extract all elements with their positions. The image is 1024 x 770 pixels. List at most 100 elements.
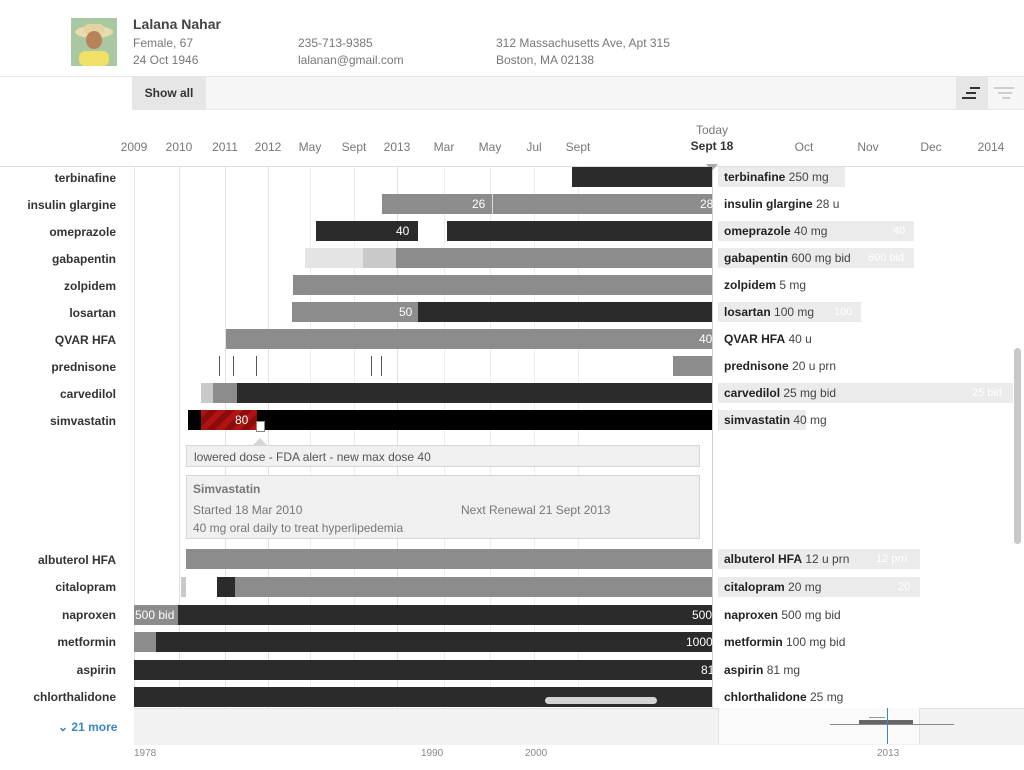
axis-tick: Nov <box>857 140 879 154</box>
patient-email: lalanan@gmail.com <box>298 53 404 67</box>
med-label-chlorthalidone[interactable]: chlorthalidone 25 mg <box>718 687 849 707</box>
med-label-metformin[interactable]: metformin 100 mg bid <box>718 632 851 652</box>
med-name-naproxen[interactable]: naproxen <box>0 608 116 622</box>
med-bar-prednisone[interactable] <box>673 356 712 376</box>
axis-tick: 2010 <box>165 140 193 154</box>
med-bar-carvedilol[interactable] <box>213 383 237 403</box>
med-bar-omeprazole[interactable] <box>447 221 712 241</box>
axis-tick: 2012 <box>254 140 282 154</box>
note-icon[interactable] <box>256 421 265 432</box>
axis-tick: Mar <box>433 140 455 154</box>
med-label-naproxen[interactable]: naproxen 500 mg bid <box>718 605 847 625</box>
detail-description: 40 mg oral daily to treat hyperlipedemia <box>193 521 404 535</box>
patient-address-line2: Boston, MA 02138 <box>496 53 595 67</box>
axis-tick: May <box>478 140 502 154</box>
med-label-citalopram[interactable]: citalopram 20 mg <box>718 577 920 597</box>
med-label-qvar-hfa[interactable]: QVAR HFA 40 u <box>718 329 818 349</box>
axis-tick: 2011 <box>212 140 238 154</box>
med-name-aspirin[interactable]: aspirin <box>0 663 116 677</box>
prn-dose-marker <box>219 356 220 376</box>
med-bar-albuterol-hfa[interactable] <box>186 549 712 569</box>
bar-dose-label: 26 <box>472 197 486 211</box>
med-bar-carvedilol[interactable] <box>201 383 213 403</box>
med-label-prednisone[interactable]: prednisone 20 u prn <box>718 356 842 376</box>
med-label-insulin-glargine[interactable]: insulin glargine 28 u <box>718 194 845 214</box>
med-bar-insulin-glargine[interactable] <box>382 194 712 214</box>
med-name-qvar-hfa[interactable]: QVAR HFA <box>0 333 116 347</box>
axis-tick: Dec <box>920 140 942 154</box>
axis-tick: May <box>298 140 322 154</box>
med-bar-gabapentin[interactable] <box>305 248 363 268</box>
overview-window[interactable] <box>718 708 954 744</box>
overview-sparkline <box>869 717 885 718</box>
med-label-aspirin[interactable]: aspirin 81 mg <box>718 660 806 680</box>
med-bar-terbinafine[interactable] <box>572 167 712 187</box>
med-bar-metformin[interactable] <box>156 632 712 652</box>
med-bar-citalopram[interactable] <box>181 577 186 597</box>
list-view-icon[interactable] <box>988 77 1020 109</box>
show-more-link[interactable]: ⌄ 21 more <box>58 720 117 734</box>
med-name-terbinafine[interactable]: terbinafine <box>0 171 116 185</box>
med-name-zolpidem[interactable]: zolpidem <box>0 279 116 293</box>
horizontal-scrollbar[interactable] <box>545 697 657 704</box>
axis-tick: 2009 <box>120 140 148 154</box>
med-name-gabapentin[interactable]: gabapentin <box>0 252 116 266</box>
bar-dose-label: 28 <box>700 197 714 211</box>
bar-dose-label: 1000 <box>686 635 713 649</box>
patient-header: Lalana Nahar Female, 67 24 Oct 1946 235-… <box>0 0 1024 77</box>
med-bar-simvastatin[interactable] <box>188 410 712 430</box>
med-bar-aspirin[interactable] <box>134 660 712 680</box>
med-bar-zolpidem[interactable] <box>293 275 712 295</box>
med-bar-citalopram[interactable] <box>217 577 235 597</box>
today-label: Today <box>695 123 729 137</box>
bar-dose-label: 500 <box>692 608 713 622</box>
prn-dose-marker <box>233 356 234 376</box>
vertical-scrollbar[interactable] <box>1014 348 1021 544</box>
med-bar-carvedilol[interactable] <box>237 383 712 403</box>
prn-dose-marker <box>371 356 372 376</box>
future-dose-label: 12 prn <box>876 553 908 565</box>
med-bar-gabapentin[interactable] <box>396 248 712 268</box>
detail-title: Simvastatin <box>193 482 261 496</box>
med-label-terbinafine[interactable]: terbinafine 250 mg <box>718 167 845 187</box>
med-name-metformin[interactable]: metformin <box>0 635 116 649</box>
med-label-zolpidem[interactable]: zolpidem 5 mg <box>718 275 812 295</box>
overview-tick: 2000 <box>525 748 548 759</box>
med-bar-gabapentin[interactable] <box>363 248 396 268</box>
med-name-citalopram[interactable]: citalopram <box>0 580 116 594</box>
bar-dose-label: 40 <box>396 224 410 238</box>
show-all-button[interactable]: Show all <box>132 77 206 109</box>
gantt-view-icon[interactable] <box>956 77 988 109</box>
med-name-insulin-glargine[interactable]: insulin glargine <box>0 198 116 212</box>
bar-dose-label: 500 bid <box>135 608 175 622</box>
dose-change-note: lowered dose - FDA alert - new max dose … <box>186 445 700 467</box>
med-bar-losartan[interactable] <box>418 302 712 322</box>
patient-address-line1: 312 Massachusetts Ave, Apt 315 <box>496 36 670 50</box>
axis-tick: 2013 <box>383 140 411 154</box>
med-bar-metformin[interactable] <box>134 632 156 652</box>
med-bar-citalopram[interactable] <box>235 577 712 597</box>
med-name-losartan[interactable]: losartan <box>0 306 116 320</box>
med-name-albuterol-hfa[interactable]: albuterol HFA <box>0 553 116 567</box>
gridline <box>225 166 226 708</box>
bar-dose-label: 50 <box>399 305 413 319</box>
axis-tick: 2014 <box>977 140 1005 154</box>
bar-dose-label: 80 <box>235 413 249 427</box>
med-bar-naproxen[interactable] <box>178 605 712 625</box>
med-bar-simvastatin-alert[interactable] <box>201 410 257 430</box>
med-bar-qvar-hfa[interactable] <box>226 329 712 349</box>
med-label-omeprazole[interactable]: omeprazole 40 mg <box>718 221 914 241</box>
med-label-simvastatin[interactable]: simvastatin 40 mg <box>718 410 827 430</box>
overview-tick: 1990 <box>421 748 444 759</box>
med-name-omeprazole[interactable]: omeprazole <box>0 225 116 239</box>
med-name-simvastatin[interactable]: simvastatin <box>0 414 116 428</box>
med-label-carvedilol[interactable]: carvedilol 25 mg bid <box>718 383 1013 403</box>
patient-name: Lalana Nahar <box>133 16 221 32</box>
med-name-prednisone[interactable]: prednisone <box>0 360 116 374</box>
future-dose-label: 40 <box>893 225 906 237</box>
med-name-carvedilol[interactable]: carvedilol <box>0 387 116 401</box>
patient-phone: 235-713-9385 <box>298 36 373 50</box>
axis-tick: Oct <box>794 140 814 154</box>
med-name-chlorthalidone[interactable]: chlorthalidone <box>0 690 116 704</box>
chevron-down-icon: ⌄ <box>58 720 72 734</box>
